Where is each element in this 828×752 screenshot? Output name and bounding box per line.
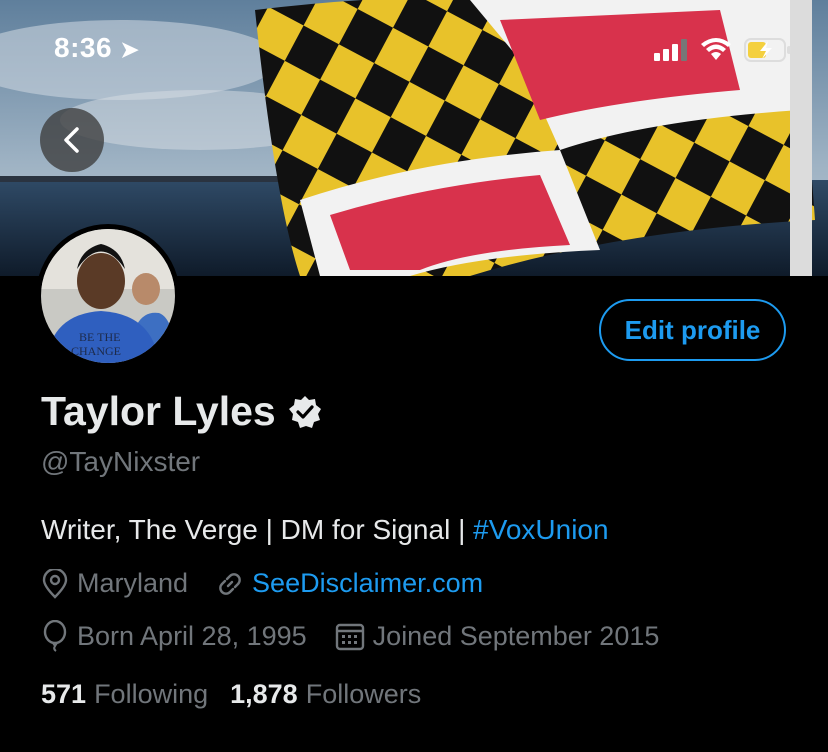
calendar-icon	[335, 623, 364, 651]
website-item[interactable]: SeeDisclaimer.com	[216, 568, 483, 599]
link-icon	[219, 572, 241, 595]
birthday-item: Born April 28, 1995	[41, 620, 307, 652]
bio: Writer, The Verge | DM for Signal | #Vox…	[41, 514, 609, 546]
followers-link[interactable]: 1,878 Followers	[230, 679, 421, 710]
location-pin-icon	[42, 568, 68, 599]
followers-count: 1,878	[230, 679, 298, 709]
status-time: 8:36 ➤	[54, 32, 139, 64]
status-icons	[654, 38, 792, 62]
following-count: 571	[41, 679, 87, 709]
balloon-icon	[43, 620, 67, 652]
status-time-text: 8:36	[54, 32, 113, 63]
back-button[interactable]	[40, 108, 104, 172]
location-item: Maryland	[41, 568, 188, 599]
name-row: Taylor Lyles	[41, 388, 322, 435]
verified-badge-icon[interactable]	[288, 395, 322, 429]
wifi-icon	[701, 38, 731, 60]
following-link[interactable]: 571 Following	[41, 679, 208, 710]
followers-label: Followers	[305, 679, 422, 709]
birthday-text: Born April 28, 1995	[77, 620, 307, 651]
follow-stats: 571 Following 1,878 Followers	[41, 679, 421, 710]
avatar-image: BE THE CHANGE	[41, 229, 175, 363]
website-link[interactable]: SeeDisclaimer.com	[252, 568, 483, 599]
chevron-left-icon	[64, 127, 79, 153]
following-label: Following	[94, 679, 209, 709]
profile-meta-row-2: Born April 28, 1995 Joined September 201…	[41, 620, 687, 652]
bio-text: Writer, The Verge | DM for Signal |	[41, 514, 474, 545]
shirt-print: BE THE	[79, 330, 120, 344]
edit-profile-button[interactable]: Edit profile	[599, 299, 786, 361]
bio-hashtag-link[interactable]: #VoxUnion	[473, 514, 608, 545]
signal-icon	[654, 39, 687, 61]
profile-meta-row-1: Maryland SeeDisclaimer.com	[41, 568, 511, 599]
shirt-print: CHANGE	[71, 344, 121, 358]
battery-icon	[744, 38, 791, 62]
joined-text: Joined September 2015	[372, 620, 660, 651]
user-handle: @TayNixster	[41, 446, 201, 477]
avatar[interactable]: BE THE CHANGE	[36, 224, 180, 368]
location-text: Maryland	[77, 568, 189, 598]
joined-item: Joined September 2015	[335, 620, 660, 652]
location-arrow-icon: ➤	[120, 37, 140, 62]
display-name: Taylor Lyles	[41, 388, 276, 434]
